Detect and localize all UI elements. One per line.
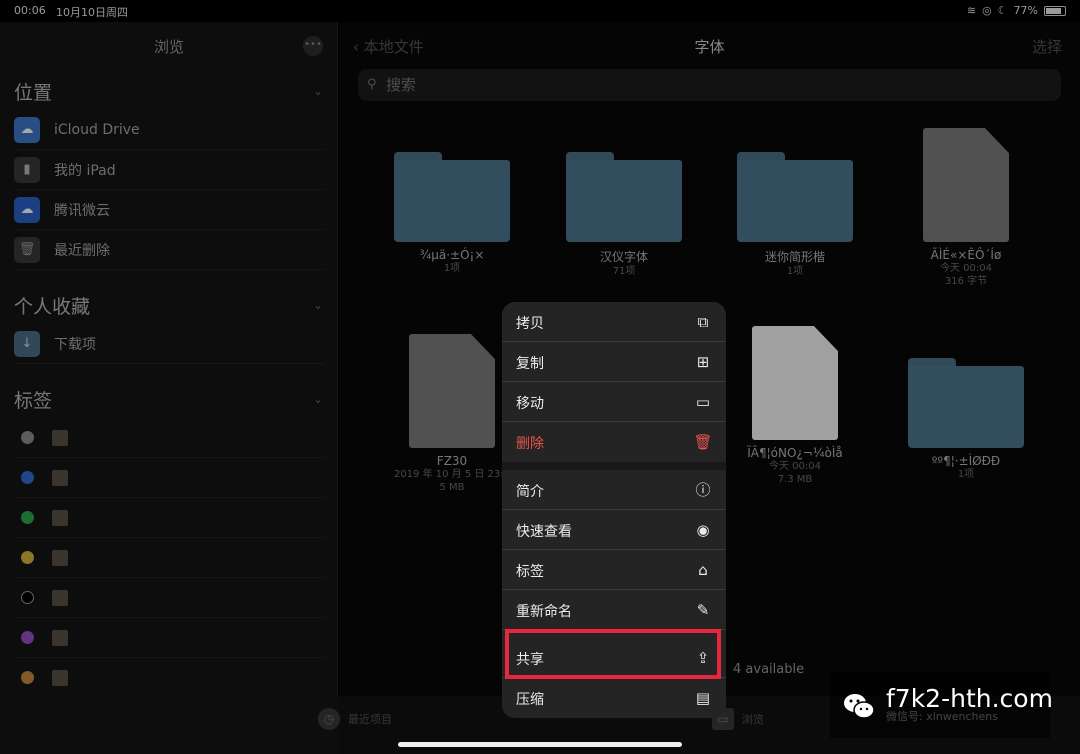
menu-item-duplicate[interactable]: 复制 ⊞ <box>502 342 726 382</box>
menu-item-label: 压缩 <box>516 692 544 708</box>
menu-item-info[interactable]: 简介 ⓘ <box>502 470 726 510</box>
menu-item-rename[interactable]: 重新命名 ✎ <box>502 590 726 630</box>
watermark: f7k2-hth.com <box>830 672 1053 738</box>
duplicate-icon: ⊞ <box>696 353 710 371</box>
home-indicator[interactable] <box>398 742 682 747</box>
trash-icon: 🗑 <box>693 433 713 451</box>
wechat-logo-icon <box>844 694 875 719</box>
menu-item-tags[interactable]: 标签 ⌂ <box>502 550 726 590</box>
menu-item-label: 复制 <box>516 356 544 372</box>
share-highlight-box <box>505 629 721 679</box>
tag-icon: ⌂ <box>698 561 708 579</box>
eye-icon: ◉ <box>696 521 710 539</box>
menu-item-move[interactable]: 移动 ▭ <box>502 382 726 422</box>
menu-item-label: 重新命名 <box>516 604 572 620</box>
archive-icon: ▤ <box>695 689 711 707</box>
menu-item-label: 移动 <box>516 396 544 412</box>
watermark-text: 微信号: xinwenchens <box>886 710 998 723</box>
menu-item-label: 拷贝 <box>516 316 544 332</box>
menu-item-delete[interactable]: 删除 🗑 <box>502 422 726 462</box>
menu-item-label: 删除 <box>516 436 544 452</box>
info-icon: ⓘ <box>695 481 711 499</box>
menu-item-label: 标签 <box>516 564 544 580</box>
rename-icon: ✎ <box>696 601 710 619</box>
folder-icon: ▭ <box>695 393 711 411</box>
menu-item-copy[interactable]: 拷贝 ⧉ <box>502 302 726 342</box>
menu-item-label: 简介 <box>516 484 544 500</box>
copy-icon: ⧉ <box>697 313 709 331</box>
menu-item-quick-look[interactable]: 快速查看 ◉ <box>502 510 726 550</box>
menu-separator <box>502 462 726 470</box>
menu-item-label: 快速查看 <box>516 524 572 540</box>
menu-item-compress[interactable]: 压缩 ▤ <box>502 678 726 718</box>
